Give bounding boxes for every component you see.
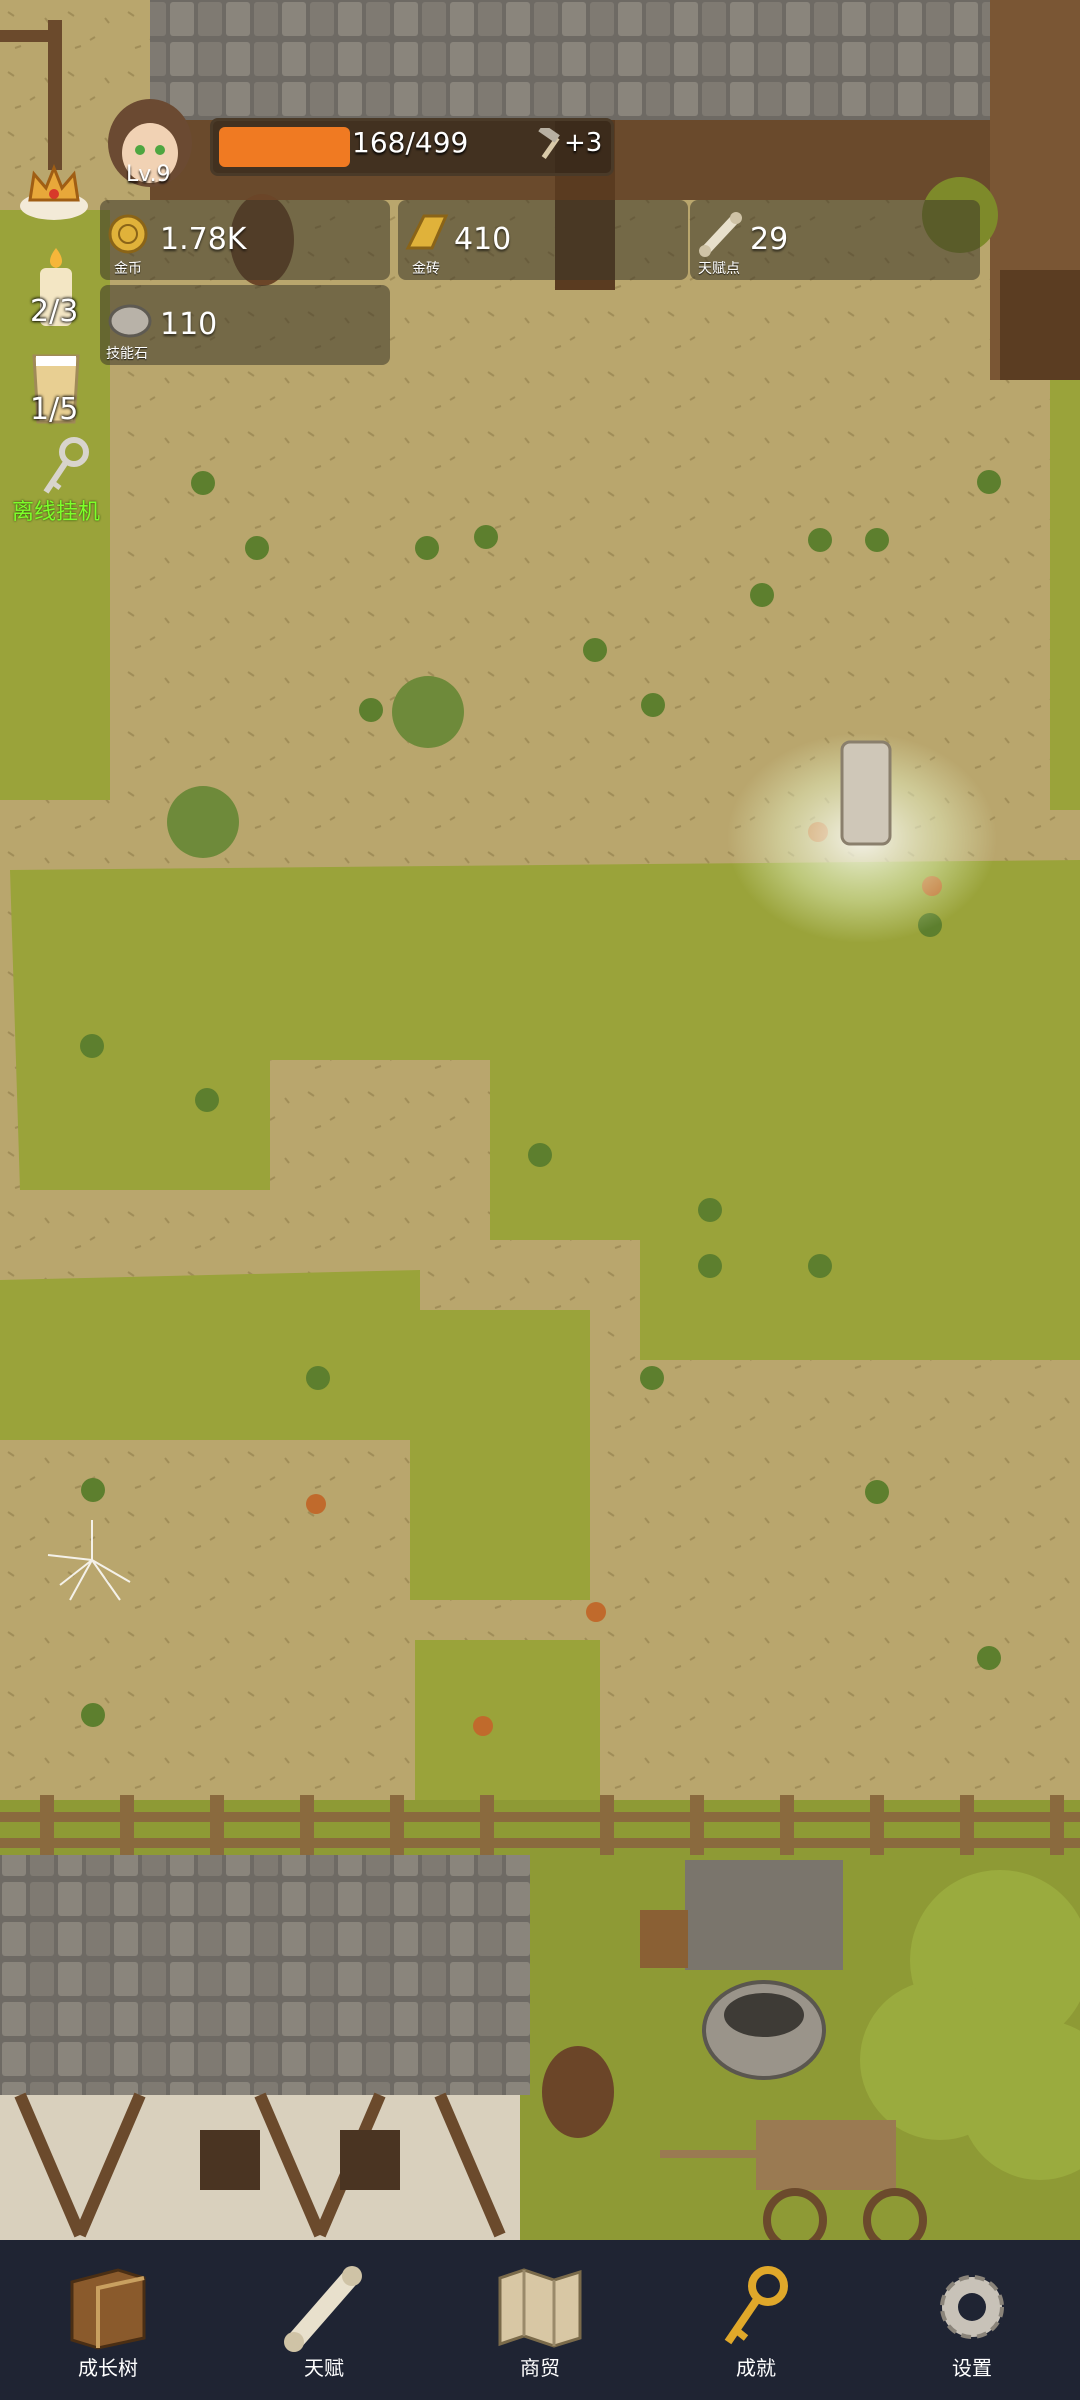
talent-points-label: 天赋点 [698, 261, 740, 277]
stone-icon [106, 299, 154, 339]
player-level: Lv.9 [126, 162, 171, 187]
bottom-navbar: 成长树 天赋 商贸 成就 设置 [0, 2240, 1080, 2400]
nav-achievement[interactable]: 成就 [648, 2240, 864, 2400]
skill-stone-label: 技能石 [106, 346, 148, 362]
talent-points-value: 29 [750, 222, 789, 257]
talent-points-panel[interactable]: 29 天赋点 [690, 200, 980, 280]
book-icon [58, 2262, 158, 2352]
gold-brick-panel[interactable]: 410 金砖 [398, 200, 688, 280]
gold-brick-icon [402, 210, 452, 254]
nav-settings[interactable]: 设置 [864, 2240, 1080, 2400]
bottom-house [0, 1855, 530, 2240]
nav-label-trade: 商贸 [520, 2356, 560, 2380]
gold-value: 1.78K [160, 222, 247, 257]
scroll-icon [274, 2262, 374, 2352]
key-icon [706, 2262, 806, 2352]
gold-brick-value: 410 [454, 222, 512, 257]
map-icon [490, 2262, 590, 2352]
crown-button[interactable] [16, 158, 92, 226]
gold-coin-icon [108, 214, 148, 254]
hammer-icon [536, 123, 566, 166]
xp-bonus: +3 [564, 128, 603, 158]
scroll-icon [696, 210, 746, 258]
gear-icon [922, 2262, 1022, 2352]
nav-talent[interactable]: 天赋 [216, 2240, 432, 2400]
xp-bar-fill [219, 127, 350, 167]
gold-label: 金币 [114, 261, 142, 277]
afk-key-button[interactable] [38, 434, 98, 498]
nav-label-achievement: 成就 [736, 2356, 776, 2380]
nav-trade[interactable]: 商贸 [432, 2240, 648, 2400]
gold-brick-label: 金砖 [412, 261, 440, 277]
skill-stone-panel[interactable]: 110 技能石 [100, 285, 390, 365]
gold-panel[interactable]: 1.78K 金币 [100, 200, 390, 280]
candle-count: 2/3 [30, 294, 79, 329]
cup-count: 1/5 [30, 392, 79, 427]
nav-label-talent: 天赋 [304, 2356, 344, 2380]
nav-growth-tree[interactable]: 成长树 [0, 2240, 216, 2400]
skill-stone-value: 110 [160, 307, 218, 342]
nav-label-settings: 设置 [952, 2356, 992, 2380]
afk-label[interactable]: 离线挂机 [12, 494, 100, 526]
ghost-stone [840, 740, 892, 846]
xp-text: 168/499 [352, 126, 469, 159]
nav-label-growth-tree: 成长树 [78, 2356, 138, 2380]
